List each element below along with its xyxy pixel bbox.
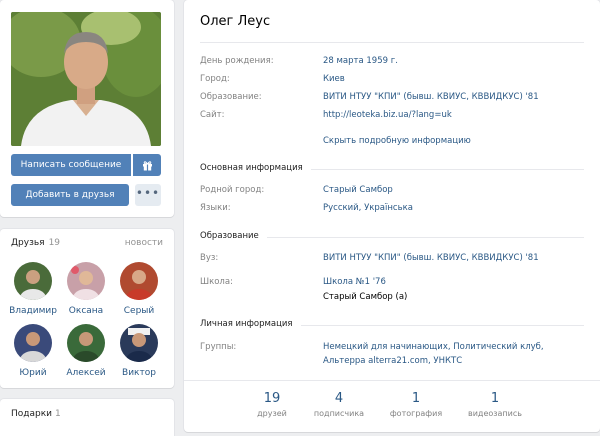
counter-label: фотография (389, 409, 443, 418)
info-label: Вуз: (200, 253, 219, 263)
info-label: Город: (200, 74, 230, 84)
section-education: Образование (200, 231, 584, 245)
info-label: Образование: (200, 92, 262, 102)
avatar[interactable] (14, 262, 52, 300)
send-message-button[interactable]: Написать сообщение (11, 154, 131, 176)
friends-count: 19 (48, 238, 61, 248)
gifts-title[interactable]: Подарки 1 (11, 409, 61, 419)
gifts-block: Подарки 1 (0, 399, 174, 436)
friends-title-text: Друзья (11, 238, 45, 248)
friend-name[interactable]: Виктор (111, 368, 167, 378)
avatar[interactable] (14, 324, 52, 362)
friend-name[interactable]: Оксана (58, 306, 114, 316)
gift-icon (142, 160, 152, 170)
more-actions-button[interactable]: ••• (135, 184, 161, 206)
site-link[interactable]: http://leoteka.biz.ua/?lang=uk (323, 109, 584, 121)
school-link[interactable]: Школа №1 '76 (323, 276, 584, 288)
counter-number: 1 (490, 391, 500, 406)
groups-link[interactable]: Немецкий для начинающих, Политический кл… (323, 341, 584, 353)
info-label: Языки: (200, 203, 231, 213)
gifts-count: 1 (55, 409, 61, 419)
friend-item[interactable]: Серый (111, 262, 167, 316)
info-label: Школа: (200, 277, 233, 287)
section-title: Основная информация (200, 163, 311, 173)
school-city: Старый Самбор (а) (323, 292, 408, 302)
page-title: Олег Леус (200, 14, 271, 29)
friends-block: Друзья 19 новости Владимир Оксана Серый Ю… (0, 229, 174, 388)
friend-item[interactable]: Юрий (5, 324, 61, 378)
hide-details-link[interactable]: Скрыть подробную информацию (323, 136, 471, 146)
friend-name[interactable]: Алексей (58, 368, 114, 378)
counter-label: подписчика (313, 409, 365, 418)
gift-button[interactable] (133, 154, 161, 176)
counter-number: 4 (334, 391, 344, 406)
counter-label: видеозапись (468, 409, 522, 418)
counter-number: 1 (411, 391, 421, 406)
add-friend-button[interactable]: Добавить в друзья (11, 184, 129, 206)
gifts-title-text: Подарки (11, 409, 53, 419)
section-personal: Личная информация (200, 319, 584, 333)
info-label: Родной город: (200, 185, 265, 195)
section-title: Личная информация (200, 319, 301, 329)
friend-item[interactable]: Владимир (5, 262, 61, 316)
avatar[interactable] (67, 262, 105, 300)
profile-info-card: Олег Леус День рождения: 28 марта 1959 г… (184, 0, 600, 432)
info-label: Группы: (200, 342, 237, 352)
section-main-info: Основная информация (200, 163, 584, 177)
counter-videos[interactable]: 1 видеозапись (455, 391, 535, 418)
avatar[interactable] (120, 324, 158, 362)
city-link[interactable]: Киев (323, 73, 584, 85)
profile-photo[interactable] (11, 12, 161, 146)
avatar[interactable] (120, 262, 158, 300)
education-link[interactable]: ВИТИ НТУУ "КПИ" (бывш. КВИУС, КВВИДКУС) … (323, 91, 584, 103)
university-link[interactable]: ВИТИ НТУУ "КПИ" (бывш. КВИУС, КВВИДКУС) … (323, 252, 584, 264)
info-label: День рождения: (200, 56, 274, 66)
birthday-link[interactable]: 28 марта 1959 г. (323, 55, 584, 67)
friend-name[interactable]: Серый (111, 306, 167, 316)
friend-name[interactable]: Юрий (5, 368, 61, 378)
section-title: Образование (200, 231, 267, 241)
counter-photos[interactable]: 1 фотография (376, 391, 456, 418)
friend-name[interactable]: Владимир (5, 306, 61, 316)
profile-photo-card: Написать сообщение Добавить в друзья ••• (0, 0, 174, 217)
avatar[interactable] (67, 324, 105, 362)
friend-item[interactable]: Алексей (58, 324, 114, 378)
groups-link[interactable]: Альтерра alterra21.com, УНКТС (323, 355, 584, 367)
friends-news-link[interactable]: новости (125, 238, 163, 248)
friends-title[interactable]: Друзья 19 (11, 238, 60, 248)
profile-counters: 19 друзей 4 подписчика 1 фотография 1 ви… (184, 380, 600, 432)
profile-photo-image (11, 12, 161, 146)
hometown-link[interactable]: Старый Самбор (323, 184, 584, 196)
friend-item[interactable]: Оксана (58, 262, 114, 316)
counter-followers[interactable]: 4 подписчика (299, 391, 379, 418)
info-label: Сайт: (200, 110, 225, 120)
divider (200, 42, 584, 43)
languages-link[interactable]: Русский, Українська (323, 202, 584, 214)
friend-item[interactable]: Виктор (111, 324, 167, 378)
